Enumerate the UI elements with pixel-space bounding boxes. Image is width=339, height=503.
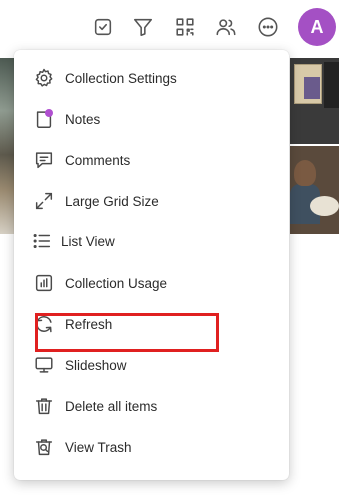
comment-icon xyxy=(32,148,56,172)
menu-item-slideshow[interactable]: Slideshow xyxy=(14,347,289,383)
menu-item-label: Delete all items xyxy=(65,398,158,414)
more-options-icon[interactable] xyxy=(255,14,281,40)
person-head-image xyxy=(294,160,316,186)
board-image xyxy=(324,62,339,108)
expand-icon xyxy=(32,189,56,213)
qr-code-icon[interactable] xyxy=(172,14,198,40)
menu-item-label: Notes xyxy=(65,111,101,127)
menu-item-label: Slideshow xyxy=(65,357,127,373)
bar-chart-icon xyxy=(32,271,56,295)
menu-item-label: View Trash xyxy=(65,439,132,455)
refresh-icon xyxy=(32,312,56,336)
menu-item-view-trash[interactable]: View Trash xyxy=(14,429,289,465)
menu-item-comments[interactable]: Comments xyxy=(14,142,289,178)
checkbox-icon[interactable] xyxy=(90,14,116,40)
menu-item-label: Collection Usage xyxy=(65,275,168,291)
gallery-photo[interactable] xyxy=(290,146,339,234)
menu-item-label: List View xyxy=(61,233,115,249)
menu-item-list-view[interactable]: List View xyxy=(14,223,289,259)
list-icon xyxy=(30,229,54,253)
menu-item-notes[interactable]: Notes xyxy=(14,101,289,137)
menu-item-refresh[interactable]: Refresh xyxy=(14,306,289,342)
menu-item-label: Comments xyxy=(65,152,131,168)
gear-icon xyxy=(32,66,56,90)
gallery-photo[interactable] xyxy=(290,58,339,144)
monitor-icon xyxy=(32,353,56,377)
poster-image xyxy=(294,64,322,104)
avatar[interactable]: A xyxy=(298,8,336,46)
plate-image xyxy=(310,196,339,216)
menu-item-collection-settings[interactable]: Collection Settings xyxy=(14,60,289,96)
trash-icon xyxy=(32,394,56,418)
menu-item-collection-usage[interactable]: Collection Usage xyxy=(14,265,289,301)
view-trash-icon xyxy=(32,435,56,459)
users-icon[interactable] xyxy=(213,14,239,40)
menu-item-label: Collection Settings xyxy=(65,70,177,86)
menu-item-large-grid-size[interactable]: Large Grid Size xyxy=(14,183,289,219)
collection-menu: Collection Settings Notes Comments Large… xyxy=(14,50,289,480)
menu-item-delete-all-items[interactable]: Delete all items xyxy=(14,388,289,424)
notes-badge-dot xyxy=(45,109,53,117)
menu-item-label: Refresh xyxy=(65,316,113,332)
filter-icon[interactable] xyxy=(130,14,156,40)
menu-item-label: Large Grid Size xyxy=(65,193,159,209)
